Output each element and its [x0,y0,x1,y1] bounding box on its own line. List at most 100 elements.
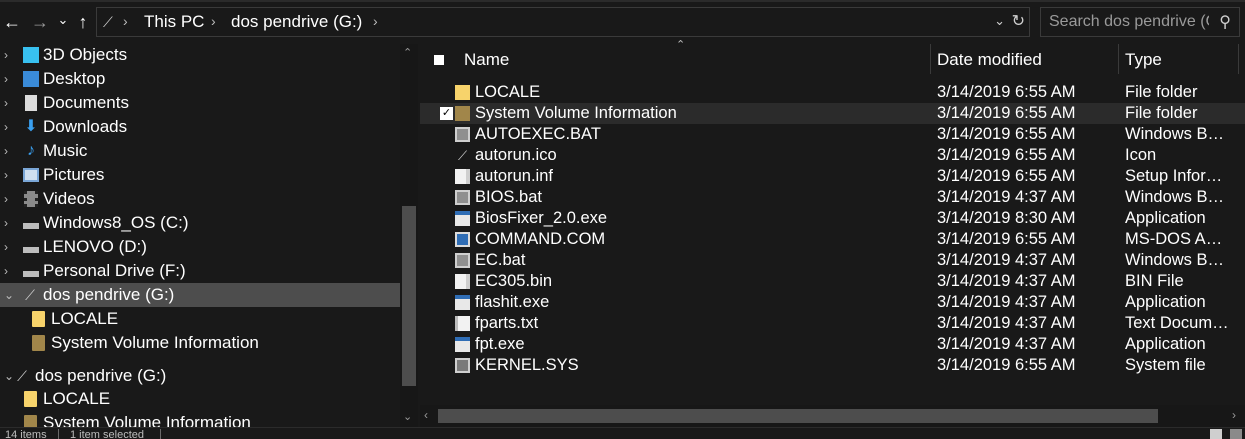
address-bar[interactable]: ⟋ › This PC › dos pendrive (G:) › ⌄ ↻ [96,7,1030,37]
expand-chevron-icon[interactable]: › [4,67,16,91]
expand-chevron-icon[interactable]: › [4,187,16,211]
nav-item-label: Pictures [43,165,105,184]
scroll-right-icon[interactable]: › [1232,408,1236,422]
file-name: EC.bat [475,251,526,269]
3d-objects-icon [23,47,39,63]
scrollbar-thumb[interactable] [438,409,1158,423]
breadcrumb-dos-pendrive[interactable]: dos pendrive (G:) [231,12,362,32]
address-history-dropdown-icon[interactable]: ⌄ [994,13,1005,29]
forward-icon[interactable]: → [30,12,50,32]
column-divider[interactable] [1238,44,1239,74]
nav-item-windows8-os[interactable]: › Windows8_OS (C:) [0,211,400,235]
file-row[interactable]: LOCALE 3/14/2019 6:55 AM File folder [420,82,1245,103]
nav-item-dos-pendrive[interactable]: ⌄ ⟋ dos pendrive (G:) [0,283,400,307]
nav-item-label: 3D Objects [43,45,128,64]
navigation-pane[interactable]: › 3D Objects › Desktop › Documents › ⬇ D… [0,44,418,427]
nav-item-music[interactable]: › ♪ Music [0,139,400,163]
details-view-icon[interactable] [1210,429,1222,439]
msdos-app-icon [455,232,470,247]
scroll-down-icon[interactable]: ⌄ [403,410,412,423]
expand-chevron-icon[interactable]: › [4,211,16,235]
nav-item-system-volume-information-2[interactable]: System Volume Information [0,411,400,427]
nav-item-videos[interactable]: › Videos [0,187,400,211]
row-checkbox[interactable]: ✓ [440,107,453,120]
column-divider[interactable] [1118,44,1119,74]
horizontal-scrollbar[interactable]: ‹ › [420,405,1245,427]
nav-item-label: dos pendrive (G:) [35,366,167,385]
expand-chevron-icon[interactable]: › [4,163,16,187]
nav-item-pictures[interactable]: › Pictures [0,163,400,187]
usb-drive-icon: ⟋ [103,14,113,30]
file-row[interactable]: BIOS.bat 3/14/2019 4:37 AM Windows Batch… [420,187,1245,208]
search-input[interactable] [1049,12,1209,32]
file-row[interactable]: BiosFixer_2.0.exe 3/14/2019 8:30 AM Appl… [420,208,1245,229]
file-date: 3/14/2019 6:55 AM [937,356,1076,374]
nav-item-3d-objects[interactable]: › 3D Objects [0,44,400,67]
status-divider [160,429,161,439]
file-list[interactable]: ⌃ Name Date modified Type LOCALE 3/14/20… [420,39,1245,427]
search-icon[interactable]: ⚲ [1219,12,1231,32]
file-row[interactable]: KERNEL.SYS 3/14/2019 6:55 AM System file [420,355,1245,376]
file-row[interactable]: flashit.exe 3/14/2019 4:37 AM Applicatio… [420,292,1245,313]
large-icons-view-icon[interactable] [1230,429,1242,439]
expand-chevron-icon[interactable]: › [4,235,16,259]
file-row[interactable]: EC305.bin 3/14/2019 4:37 AM BIN File [420,271,1245,292]
breadcrumb-this-pc[interactable]: This PC [144,12,204,32]
breadcrumb-separator[interactable]: › [123,13,128,29]
nav-item-personal-drive[interactable]: › Personal Drive (F:) [0,259,400,283]
scrollbar-thumb[interactable] [402,206,416,386]
file-date: 3/14/2019 4:37 AM [937,314,1076,332]
batch-file-icon [455,190,470,205]
back-icon[interactable]: ← [2,12,22,32]
expand-chevron-icon[interactable]: › [4,115,16,139]
nav-item-desktop[interactable]: › Desktop [0,67,400,91]
file-type: Windows Batch File [1125,251,1231,269]
breadcrumb-separator[interactable]: › [211,13,216,29]
file-row[interactable]: ✓ System Volume Information 3/14/2019 6:… [420,103,1245,124]
file-type: Windows Batch File [1125,188,1231,206]
up-icon[interactable]: ↑ [74,12,92,32]
select-all-checkbox[interactable] [434,55,444,65]
column-header-date-modified[interactable]: Date modified [937,50,1042,70]
nav-item-dos-pendrive-2[interactable]: ⌄ ⟋ dos pendrive (G:) [0,364,400,388]
column-header-type[interactable]: Type [1125,50,1162,70]
folder-icon [32,311,45,327]
refresh-icon[interactable]: ↻ [1012,11,1025,31]
file-row[interactable]: fpt.exe 3/14/2019 4:37 AM Application [420,334,1245,355]
nav-item-locale[interactable]: LOCALE [0,307,400,331]
file-row[interactable]: ⟋ autorun.ico 3/14/2019 6:55 AM Icon [420,145,1245,166]
file-name: BIOS.bat [475,188,542,206]
column-header-name[interactable]: Name [464,50,509,70]
expand-chevron-icon[interactable]: › [4,44,16,67]
breadcrumb-separator[interactable]: › [373,13,378,29]
music-icon: ♪ [27,142,35,159]
file-row[interactable]: fparts.txt 3/14/2019 4:37 AM Text Docume… [420,313,1245,334]
file-row[interactable]: EC.bat 3/14/2019 4:37 AM Windows Batch F… [420,250,1245,271]
nav-item-label: LENOVO (D:) [43,237,147,256]
file-row[interactable]: COMMAND.COM 3/14/2019 6:55 AM MS-DOS App… [420,229,1245,250]
nav-item-system-volume-information[interactable]: System Volume Information [0,331,400,355]
file-name: AUTOEXEC.BAT [475,125,601,143]
expand-chevron-icon[interactable]: › [4,139,16,163]
nav-item-documents[interactable]: › Documents [0,91,400,115]
nav-item-label: System Volume Information [43,413,251,427]
nav-item-lenovo[interactable]: › LENOVO (D:) [0,235,400,259]
file-row[interactable]: autorun.inf 3/14/2019 6:55 AM Setup Info… [420,166,1245,187]
nav-item-downloads[interactable]: › ⬇ Downloads [0,115,400,139]
expand-chevron-icon[interactable]: › [4,91,16,115]
scroll-left-icon[interactable]: ‹ [424,408,428,422]
column-divider[interactable] [930,44,931,74]
nav-item-locale-2[interactable]: LOCALE [0,387,400,411]
scroll-up-icon[interactable]: ⌃ [403,46,412,59]
application-icon [455,211,470,226]
file-row[interactable]: AUTOEXEC.BAT 3/14/2019 6:55 AM Windows B… [420,124,1245,145]
expand-chevron-icon[interactable]: › [4,259,16,283]
navigation-scrollbar[interactable]: ⌃ ⌄ [400,44,418,427]
item-count: 14 items [5,429,47,439]
collapse-chevron-icon[interactable]: ⌄ [4,283,16,307]
recent-locations-icon[interactable]: ⌄ [56,10,70,30]
file-date: 3/14/2019 4:37 AM [937,293,1076,311]
search-box[interactable]: ⚲ [1040,7,1240,37]
file-type: System file [1125,356,1206,374]
nav-item-label: Windows8_OS (C:) [43,213,189,232]
